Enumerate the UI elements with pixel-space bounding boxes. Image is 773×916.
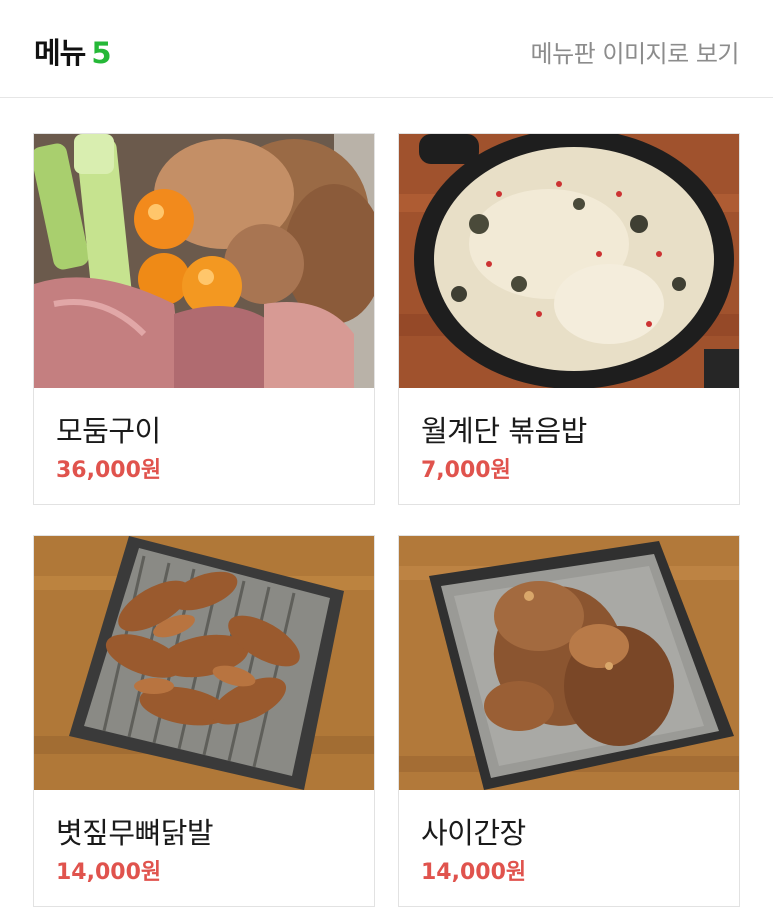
menu-item-info: 사이간장 14,000원 — [399, 790, 739, 906]
menu-item-info: 모둠구이 36,000원 — [34, 388, 374, 504]
menu-item-name: 월계단 볶음밥 — [421, 414, 587, 448]
menu-item-photo — [34, 536, 374, 790]
menu-item-name: 사이간장 — [421, 816, 526, 850]
menu-item-photo — [399, 536, 739, 790]
menu-item-card[interactable]: 사이간장 14,000원 — [398, 535, 740, 907]
menu-item-card[interactable]: 월계단 볶음밥 7,000원 — [398, 133, 740, 505]
menu-item-photo — [399, 134, 739, 388]
menu-item-price: 14,000원 — [421, 860, 527, 885]
menu-count-badge: 5 — [91, 36, 111, 70]
view-menu-image-link[interactable]: 메뉴판 이미지로 보기 — [531, 34, 740, 69]
menu-item-name: 볏짚무뼈닭발 — [56, 816, 214, 850]
menu-item-name: 모둠구이 — [56, 414, 161, 448]
menu-item-price: 36,000원 — [56, 458, 162, 483]
menu-header: 메뉴 5 메뉴판 이미지로 보기 — [0, 0, 773, 98]
menu-item-card[interactable]: 모둠구이 36,000원 — [33, 133, 375, 505]
menu-item-card[interactable]: 볏짚무뼈닭발 14,000원 — [33, 535, 375, 907]
menu-item-photo — [34, 134, 374, 388]
menu-item-info: 월계단 볶음밥 7,000원 — [399, 388, 739, 504]
menu-title: 메뉴 5 — [34, 30, 112, 72]
menu-item-info: 볏짚무뼈닭발 14,000원 — [34, 790, 374, 906]
menu-item-price: 7,000원 — [421, 458, 511, 483]
menu-title-label: 메뉴 — [34, 36, 86, 70]
menu-item-price: 14,000원 — [56, 860, 162, 885]
